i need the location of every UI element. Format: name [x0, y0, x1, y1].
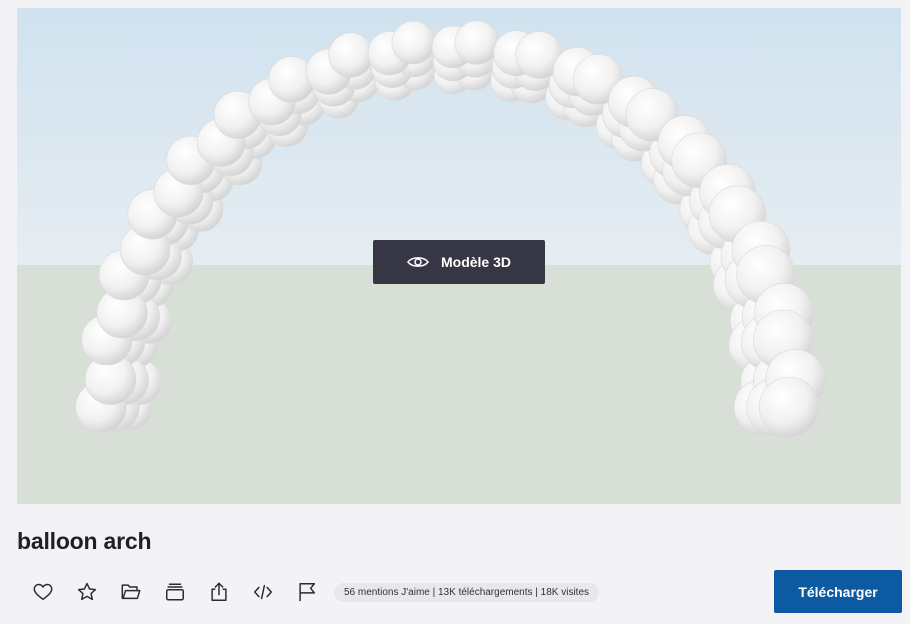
add-to-folder-button[interactable] — [118, 579, 144, 605]
favorite-button[interactable] — [74, 579, 100, 605]
action-bar: 56 mentions J'aime | 13K téléchargements… — [30, 578, 600, 606]
heart-icon — [33, 583, 53, 601]
download-button[interactable]: Télécharger — [774, 570, 902, 613]
embed-code-icon — [254, 584, 272, 600]
view-3d-label: Modèle 3D — [440, 254, 511, 270]
balloon — [391, 20, 435, 65]
model-title: balloon arch — [17, 528, 152, 554]
flag-icon — [299, 583, 316, 602]
share-icon — [211, 582, 227, 601]
model-3d-viewer[interactable]: Modèle 3D — [17, 8, 901, 504]
report-button[interactable] — [294, 579, 320, 605]
balloon — [328, 32, 374, 78]
like-button[interactable] — [30, 579, 56, 605]
stats-badge: 56 mentions J'aime | 13K téléchargements… — [334, 582, 600, 602]
collection-icon — [166, 583, 184, 601]
share-button[interactable] — [206, 579, 232, 605]
view-3d-model-button[interactable]: Modèle 3D — [373, 240, 545, 284]
star-icon — [77, 582, 97, 601]
embed-button[interactable] — [250, 579, 276, 605]
eye-icon — [407, 257, 429, 267]
add-to-collection-button[interactable] — [162, 579, 188, 605]
balloon — [454, 20, 499, 65]
balloon — [758, 376, 820, 438]
folder-icon — [121, 584, 141, 600]
